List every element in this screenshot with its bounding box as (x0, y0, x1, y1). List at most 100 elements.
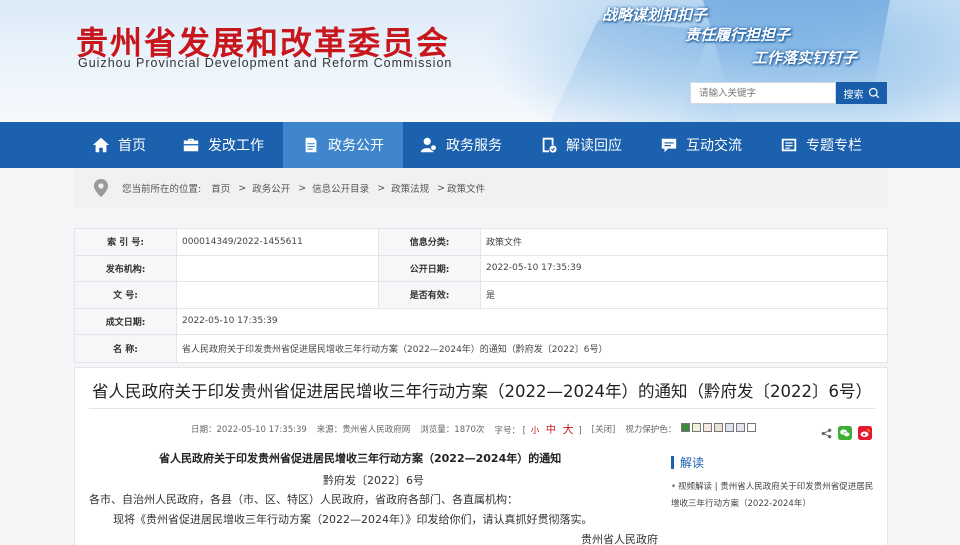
color-swatch[interactable] (725, 423, 734, 432)
font-size-label: 字号： (494, 426, 520, 436)
document-signature: 贵州省人民政府 (581, 533, 658, 545)
document-icon (305, 137, 317, 153)
info-label-index: 索 引 号: (75, 229, 177, 255)
font-size-small[interactable]: 小 (531, 426, 540, 436)
search-button[interactable]: 搜索 (836, 82, 887, 104)
info-row: 成文日期: 2022-05-10 17:35:39 (75, 308, 887, 335)
info-label-issuer: 发布机构: (75, 255, 177, 281)
nav-item-label: 政务服务 (446, 138, 502, 154)
search-icon (868, 87, 879, 99)
document-number: 黔府发〔2022〕6号 (323, 474, 424, 487)
info-label-category: 信息分类: (379, 229, 481, 255)
color-swatch[interactable] (714, 423, 723, 432)
info-row: 文 号: 是否有效: 是 (75, 282, 887, 309)
breadcrumb-link-policy-docs[interactable]: 政策文件 (447, 181, 485, 195)
eye-care-control: 视力保护色： (625, 423, 756, 435)
color-swatch[interactable] (681, 423, 690, 432)
interpret-icon (542, 137, 557, 153)
close-link[interactable]: [关闭] (592, 423, 616, 435)
breadcrumb-separator: > (238, 182, 247, 194)
location-pin-icon (94, 179, 108, 197)
color-swatch[interactable] (736, 423, 745, 432)
info-row: 名 称: 省人民政府关于印发贵州省促进居民增收三年行动方案（2022—2024年… (75, 335, 887, 362)
article-panel: 省人民政府关于印发贵州省促进居民增收三年行动方案（2022—2024年）的通知（… (74, 367, 888, 545)
meta-source: 来源：贵州省人民政府网 (316, 425, 411, 435)
interpretation-link[interactable]: • 视频解读 | 贵州省人民政府关于印发贵州省促进居民增收三年行动方案（2022-… (671, 479, 881, 513)
document-heading: 省人民政府关于印发贵州省促进居民增收三年行动方案（2022—2024年）的通知 (159, 452, 562, 465)
info-value-issuer (177, 255, 379, 281)
nav-item-label: 政务公开 (328, 138, 384, 154)
font-size-medium[interactable]: 中 (546, 425, 556, 436)
nav-item-interpret[interactable]: 解读回应 (528, 122, 643, 168)
info-label-pubdate: 公开日期: (379, 255, 481, 281)
heading-bar (671, 456, 674, 469)
article-title: 省人民政府关于印发贵州省促进居民增收三年行动方案（2022—2024年）的通知（… (92, 382, 872, 401)
font-size-open-bracket: [ (522, 426, 526, 436)
info-value-docnum (177, 282, 379, 308)
breadcrumb-prefix: 您当前所在的位置: (122, 184, 202, 195)
interpretation-link-text: 视频解读 | 贵州省人民政府关于印发贵州省促进居民增收三年行动方案（2022-2… (671, 482, 874, 509)
font-size-large[interactable]: 大 (563, 423, 574, 436)
search-box: 搜索 (690, 82, 888, 104)
main-nav: 首页 发改工作 政务公开 政务服务 解读回应 互动交流 专题专栏 (0, 122, 960, 168)
nav-item-interact[interactable]: 互动交流 (648, 122, 763, 168)
info-value-category: 政策文件 (486, 238, 523, 249)
color-swatch[interactable] (703, 423, 712, 432)
share-icon[interactable] (821, 428, 832, 439)
nav-item-label: 首页 (118, 138, 146, 154)
breadcrumb-separator: > (298, 182, 307, 194)
info-label-created: 成文日期: (75, 308, 177, 334)
site-subtitle: Guizhou Provincial Development and Refor… (78, 56, 453, 70)
bullet-icon: • (671, 482, 677, 492)
article-meta: 日期：2022-05-10 17:35:39 来源：贵州省人民政府网 浏览量：1… (191, 421, 756, 437)
search-input[interactable] (690, 82, 836, 104)
eye-care-swatches (681, 423, 756, 432)
nav-item-work[interactable]: 发改工作 (170, 122, 283, 168)
search-button-label: 搜索 (843, 89, 864, 101)
meta-date: 日期：2022-05-10 17:35:39 (191, 425, 307, 435)
info-value-index: 000014349/2022-1455611 (177, 229, 379, 255)
color-swatch[interactable] (747, 423, 756, 432)
breadcrumb-separator: > (437, 182, 446, 194)
meta-views: 浏览量：1870次 (420, 425, 485, 435)
breadcrumb-link-home[interactable]: 首页 (211, 181, 230, 195)
info-row: 索 引 号: 000014349/2022-1455611 信息分类: 政策文件 (75, 229, 887, 256)
nav-item-label: 发改工作 (208, 138, 264, 154)
breadcrumb-link-catalog[interactable]: 信息公开目录 (312, 181, 369, 195)
nav-item-home[interactable]: 首页 (80, 122, 170, 168)
nav-item-special[interactable]: 专题专栏 (768, 122, 883, 168)
nav-item-gov-affairs[interactable]: 政务公开 (283, 122, 403, 168)
document-info-table: 索 引 号: 000014349/2022-1455611 信息分类: 政策文件… (74, 228, 888, 363)
color-swatch[interactable] (692, 423, 701, 432)
home-icon (92, 137, 110, 153)
breadcrumb-separator: > (377, 182, 386, 194)
info-row: 发布机构: 公开日期: 2022-05-10 17:35:39 (75, 255, 887, 282)
breadcrumb-link-gov-affairs[interactable]: 政务公开 (252, 181, 290, 195)
info-value-created: 2022-05-10 17:35:39 (182, 316, 278, 327)
document-body: 现将《贵州省促进居民增收三年行动方案（2022—2024年）》印发给你们，请认真… (113, 513, 593, 526)
site-header: 贵州省发展和改革委员会 Guizhou Provincial Developme… (0, 0, 960, 122)
nav-item-gov-service[interactable]: 政务服务 (408, 122, 523, 168)
column-icon (781, 138, 797, 152)
slogan-2: 责任履行担担子 (685, 26, 791, 44)
info-label-name: 名 称: (75, 335, 177, 362)
weibo-icon[interactable] (858, 426, 872, 440)
chat-icon (661, 138, 677, 153)
nav-item-label: 互动交流 (686, 138, 742, 154)
font-size-close-bracket: ] (578, 426, 582, 436)
info-label-docnum: 文 号: (75, 282, 177, 308)
breadcrumb-link-policy[interactable]: 政策法规 (391, 181, 429, 195)
info-value-name: 省人民政府关于印发贵州省促进居民增收三年行动方案（2022—2024年）的通知（… (182, 344, 608, 355)
info-value-pubdate: 2022-05-10 17:35:39 (486, 263, 582, 274)
wechat-icon[interactable] (838, 426, 852, 440)
briefcase-icon (183, 138, 199, 152)
info-value-valid: 是 (486, 291, 496, 302)
title-divider (89, 408, 875, 409)
interpretation-heading-label: 解读 (680, 456, 705, 470)
font-size-control: 字号： [ 小 中 大 ] (494, 421, 581, 437)
document-recipients: 各市、自治州人民政府，各县（市、区、特区）人民政府，省政府各部门、各直属机构： (89, 493, 518, 506)
interpretation-heading: 解读 (671, 454, 881, 471)
breadcrumb: 您当前所在的位置: 首页 > 政务公开 > 信息公开目录 > 政策法规 > 政策… (74, 168, 888, 208)
nav-item-label: 专题专栏 (806, 138, 862, 154)
interpretation-panel: 解读 • 视频解读 | 贵州省人民政府关于印发贵州省促进居民增收三年行动方案（20… (671, 454, 881, 513)
